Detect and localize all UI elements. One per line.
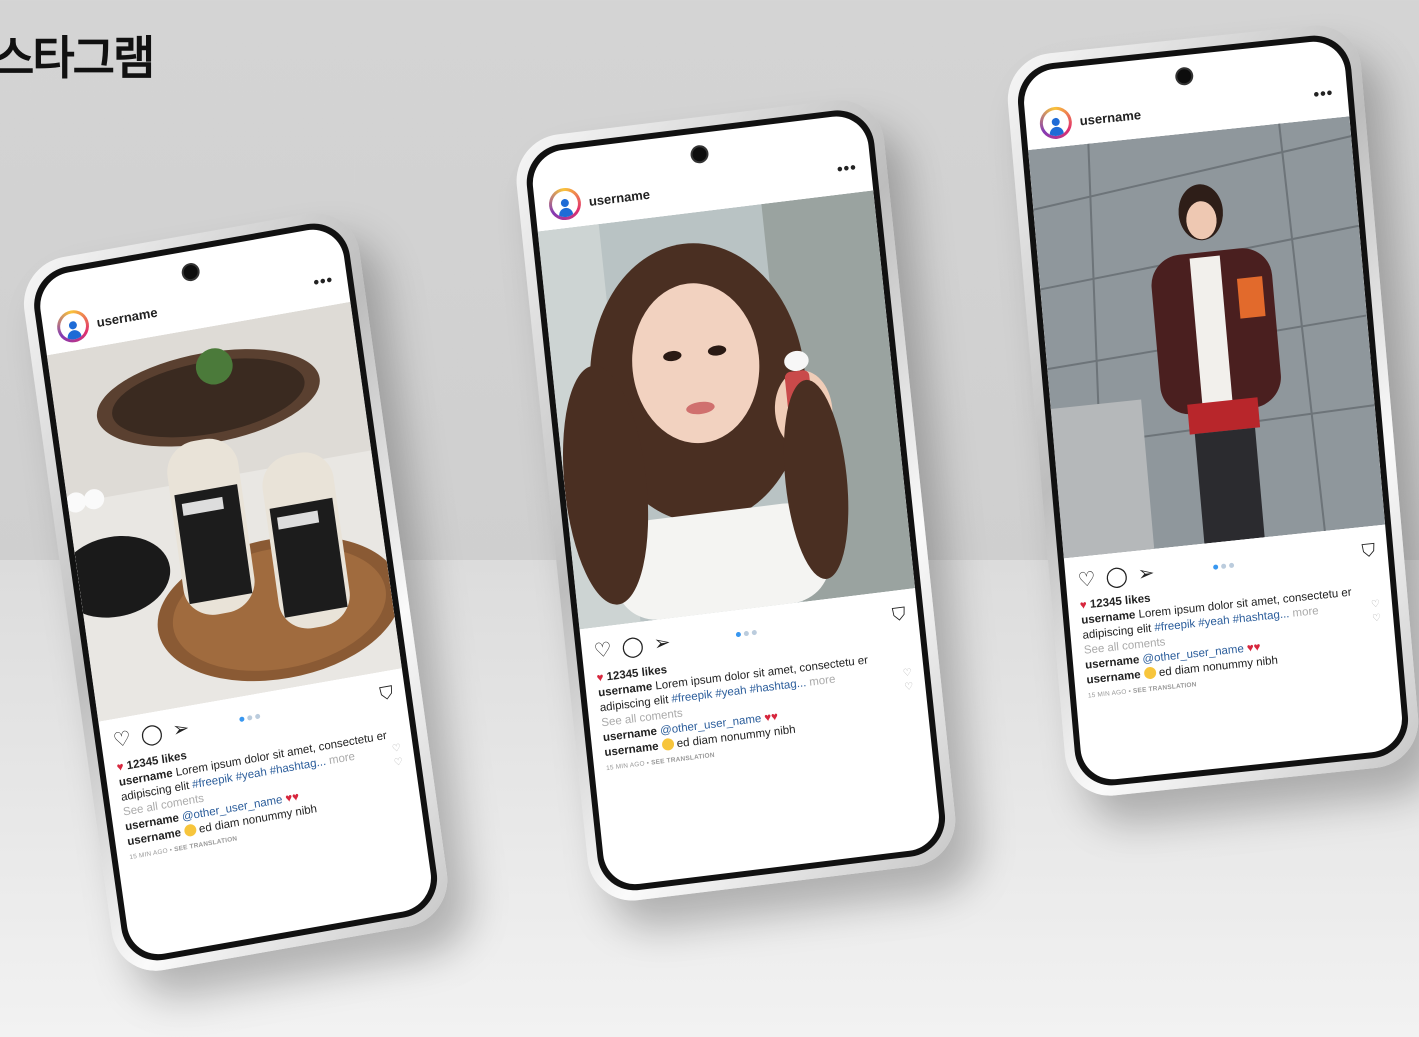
- post-time: 15 MIN AGO •: [605, 759, 650, 773]
- bookmark-icon[interactable]: ⛉: [1361, 539, 1376, 561]
- phone-mockup-2: username ••• ♡ ◯ ➢ ⛉ ♥ 12345 likes usern…: [512, 94, 960, 906]
- carousel-dots: [1212, 562, 1234, 570]
- carousel-dots: [239, 713, 261, 722]
- comment-heart-icon[interactable]: ♡: [1372, 612, 1382, 627]
- comment-heart-icon[interactable]: ♡: [393, 755, 404, 770]
- share-icon[interactable]: ➢: [171, 717, 191, 742]
- share-icon[interactable]: ➢: [653, 631, 672, 655]
- smile-emoji: [660, 737, 675, 752]
- more-options-icon[interactable]: •••: [312, 272, 334, 293]
- comment-icon[interactable]: ◯: [621, 635, 646, 660]
- heart-icon[interactable]: ♡: [112, 727, 133, 752]
- more-link[interactable]: more: [1292, 605, 1319, 620]
- product-photo: [46, 301, 402, 722]
- heart-small-icon: ♥: [596, 671, 605, 685]
- heart-icon[interactable]: ♡: [593, 639, 613, 663]
- post-username[interactable]: username: [96, 304, 159, 330]
- avatar[interactable]: [547, 186, 583, 222]
- comment-heart-icon[interactable]: ♡: [902, 666, 912, 681]
- heart-icon[interactable]: ♡: [1077, 568, 1097, 592]
- see-translation-link[interactable]: SEE TRANSLATION: [651, 752, 715, 767]
- instagram-post-2: username ••• ♡ ◯ ➢ ⛉ ♥ 12345 likes usern…: [529, 112, 943, 888]
- user-icon: [63, 318, 84, 341]
- heart-small-icon: ♥: [116, 761, 125, 775]
- hearts-emoji: ♥♥: [1246, 641, 1262, 655]
- smile-emoji: [183, 823, 197, 838]
- bookmark-icon[interactable]: ⛉: [378, 682, 394, 705]
- hearts-emoji: ♥♥: [763, 710, 779, 725]
- user-icon: [555, 196, 575, 218]
- comment-like-icons: ♡ ♡: [1371, 598, 1382, 627]
- heart-small-icon: ♥: [1079, 599, 1088, 612]
- bookmark-icon[interactable]: ⛉: [891, 603, 907, 626]
- more-link[interactable]: more: [328, 751, 355, 767]
- post-username[interactable]: username: [1079, 107, 1141, 128]
- avatar[interactable]: [55, 307, 92, 345]
- post-time: 15 MIN AGO •: [1087, 688, 1132, 700]
- more-link[interactable]: more: [809, 674, 836, 689]
- comment-like-icons: ♡ ♡: [902, 666, 914, 695]
- front-camera: [691, 146, 708, 163]
- instagram-post-3: username ••• ♡ ◯ ➢ ⛉ ♥ 12345 likes usern…: [1021, 38, 1405, 783]
- comment-icon[interactable]: ◯: [139, 722, 164, 748]
- page-title: 스타그램: [0, 31, 155, 85]
- post-photo[interactable]: [46, 301, 402, 722]
- post-photo[interactable]: [1028, 116, 1386, 559]
- smile-emoji: [1143, 666, 1157, 680]
- comment-icon[interactable]: ◯: [1105, 565, 1129, 589]
- front-camera: [182, 263, 199, 281]
- hearts-emoji: ♥♥: [284, 790, 300, 806]
- post-time: 15 MIN AGO •: [129, 846, 173, 862]
- carousel-dots: [735, 629, 758, 637]
- post-username[interactable]: username: [588, 186, 651, 208]
- see-translation-link[interactable]: SEE TRANSLATION: [1133, 681, 1197, 695]
- more-options-icon[interactable]: •••: [1313, 85, 1334, 105]
- user-icon: [1046, 115, 1066, 137]
- phone-mockup-3: username ••• ♡ ◯ ➢ ⛉ ♥ 12345 likes usern…: [1004, 20, 1419, 801]
- comment-heart-icon[interactable]: ♡: [904, 680, 914, 695]
- comment-heart-icon[interactable]: ♡: [1371, 598, 1381, 613]
- share-icon[interactable]: ➢: [1137, 562, 1156, 586]
- more-options-icon[interactable]: •••: [836, 159, 858, 179]
- fashion-photo: [1028, 116, 1386, 559]
- post-photo[interactable]: [537, 190, 916, 630]
- avatar[interactable]: [1038, 105, 1074, 141]
- front-camera: [1176, 68, 1192, 85]
- portrait-photo: [537, 190, 916, 630]
